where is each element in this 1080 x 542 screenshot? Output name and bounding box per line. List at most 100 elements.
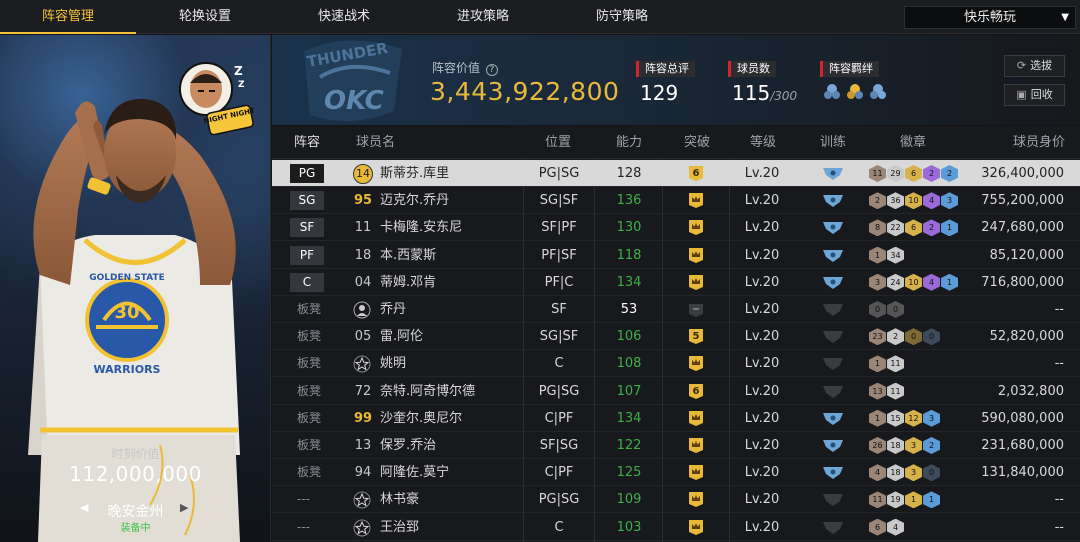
table-row[interactable]: 板凳 13 保罗.乔治 SF|SG 122 Lv.20 26 18 3 2 231,680,000 <box>272 432 1080 459</box>
next-card-icon[interactable]: ▶ <box>180 501 188 514</box>
mode-dropdown[interactable]: 快乐畅玩 ▼ <box>904 6 1076 29</box>
badge-count: 2 <box>869 192 886 210</box>
badge-count: 2 <box>887 328 904 346</box>
player-level: Lv.20 <box>744 247 780 263</box>
table-row[interactable]: C 04 蒂姆.邓肯 PF|C 134 Lv.20 3 24 10 4 1 716,800,000 <box>272 269 1080 296</box>
badge-count: 4 <box>923 192 940 210</box>
refresh-icon: ⟳ <box>1016 59 1027 72</box>
badge-count: 3 <box>941 192 958 210</box>
column-header-level: 等级 <box>750 135 777 150</box>
badge-count: 1 <box>941 219 958 237</box>
badge-count: 2 <box>923 165 940 182</box>
recycle-button[interactable]: ▣ 回收 <box>1004 84 1065 106</box>
player-ability: 53 <box>620 302 638 317</box>
player-name: 雷.阿伦 <box>380 329 424 345</box>
slot-label: 板凳 <box>297 329 322 344</box>
star-icon <box>353 519 371 537</box>
svg-text:OKC: OKC <box>324 86 384 116</box>
jersey-number: 05 <box>354 329 372 345</box>
table-row[interactable]: 板凳 乔丹 SF 53 Lv.20 0 0 -- <box>272 296 1080 323</box>
slot-label: 板凳 <box>297 438 322 452</box>
training-icon[interactable] <box>822 329 844 344</box>
badge-count: 11 <box>869 165 886 182</box>
table-row[interactable]: 板凳 姚明 C 108 Lv.20 1 11 -- <box>272 350 1080 378</box>
training-icon[interactable] <box>822 166 844 181</box>
player-name: 王治郅 <box>380 519 420 535</box>
badge-count: 10 <box>905 192 922 210</box>
player-value: 52,820,000 <box>989 329 1064 345</box>
badge-count: 1 <box>869 409 886 427</box>
training-icon[interactable] <box>822 520 844 535</box>
help-icon[interactable]: ? <box>485 64 498 76</box>
table-row[interactable]: PG 14 斯蒂芬.库里 PG|SG 128 6 Lv.20 11 29 6 2 2 326,400,0… <box>272 160 1080 187</box>
training-icon[interactable] <box>822 275 844 290</box>
player-position: PG|SG <box>538 166 580 181</box>
player-value: 716,800,000 <box>981 274 1064 290</box>
player-level: Lv.20 <box>744 302 780 317</box>
tab-offense[interactable]: 进攻策略 <box>414 0 552 34</box>
badge-count: 1 <box>869 246 886 264</box>
player-count: 115/300 <box>732 81 798 105</box>
training-icon[interactable] <box>822 248 844 263</box>
badge-count: 11 <box>887 382 904 400</box>
training-icon[interactable] <box>822 411 844 426</box>
bond-icons[interactable] <box>822 81 892 101</box>
training-icon[interactable] <box>822 438 844 453</box>
table-row[interactable]: SF 11 卡梅隆.安东尼 SF|PF 130 Lv.20 8 22 6 2 1 247,680,00… <box>272 214 1080 242</box>
bond-icon-3 <box>870 84 886 99</box>
badge-count: 10 <box>905 273 922 291</box>
player-name: 蒂姆.邓肯 <box>380 274 437 290</box>
table-row[interactable]: 板凳 05 雷.阿伦 SG|SF 106 5 Lv.20 23 2 0 0 52,820,000 <box>272 323 1080 351</box>
player-position: C|PF <box>544 465 574 481</box>
player-position: PG|SG <box>538 492 580 508</box>
tab-rotation[interactable]: 轮换设置 <box>136 0 274 34</box>
tab-defense[interactable]: 防守策略 <box>552 0 692 34</box>
table-row[interactable]: --- 王治郅 C 103 Lv.20 6 4 -- <box>272 514 1080 541</box>
training-icon[interactable] <box>822 465 844 480</box>
tab-lineup[interactable]: 阵容管理 <box>0 0 136 34</box>
badge-count: 1 <box>923 491 940 509</box>
select-button[interactable]: ⟳ 选拔 <box>1004 55 1065 77</box>
table-row[interactable]: 板凳 94 阿隆佐.莫宁 C|PF 125 Lv.20 4 18 3 0 131,840,000 <box>272 459 1080 487</box>
person-icon <box>353 301 371 319</box>
slot-badge: PG <box>290 164 324 183</box>
player-count-block: 球员数 115/300 <box>728 57 797 105</box>
training-icon[interactable] <box>822 384 844 399</box>
column-header-training: 训练 <box>820 135 847 150</box>
training-icon[interactable] <box>822 356 844 371</box>
player-name: 保罗.乔治 <box>380 438 437 453</box>
breakthrough-level-icon: 6 <box>689 383 703 399</box>
badge-list: 13 11 <box>869 382 905 401</box>
badge-list: 23 2 0 0 <box>869 328 941 346</box>
card-name: 晚安金州 <box>107 504 164 520</box>
table-row[interactable]: SG 95 迈克尔.乔丹 SG|SF 136 Lv.20 2 36 10 4 3 755,200,00… <box>272 187 1080 215</box>
badge-count: 24 <box>887 273 904 291</box>
table-row[interactable]: 板凳 72 奈特.阿奇博尔德 PG|SG 107 6 Lv.20 13 11 2,032,800 <box>272 378 1080 405</box>
badge-count: 6 <box>905 219 922 237</box>
jersey-number: 11 <box>354 220 372 236</box>
player-level: Lv.20 <box>744 465 780 481</box>
badge-count: 19 <box>887 491 904 509</box>
table-row[interactable]: PF 18 本.西蒙斯 PF|SF 118 Lv.20 1 34 85,120,000 <box>272 242 1080 269</box>
top-tab-bar: 阵容管理 轮换设置 快速战术 进攻策略 防守策略 快乐畅玩 ▼ <box>0 0 1080 34</box>
badge-list: 2 36 10 4 3 <box>869 192 959 210</box>
breakthrough-level-icon: 6 <box>689 166 703 181</box>
training-icon[interactable] <box>822 492 844 507</box>
player-value: -- <box>1054 519 1064 535</box>
table-row[interactable]: --- 林书豪 PG|SG 109 Lv.20 11 19 1 1 -- <box>272 486 1080 514</box>
tab-quick-tactics[interactable]: 快速战术 <box>274 0 414 34</box>
player-position: SF <box>551 302 567 317</box>
badge-count: 18 <box>887 437 904 454</box>
table-row[interactable]: 板凳 99 沙奎尔.奥尼尔 C|PF 134 Lv.20 1 15 12 3 590,080,000 <box>272 405 1080 432</box>
training-icon[interactable] <box>822 220 844 235</box>
training-icon[interactable] <box>822 193 844 208</box>
player-level: Lv.20 <box>744 193 780 209</box>
player-name: 沙奎尔.奥尼尔 <box>380 410 463 426</box>
lineup-bonds-label: 阵容羁绊 <box>820 61 879 77</box>
player-value: 247,680,000 <box>981 220 1064 236</box>
training-icon[interactable] <box>822 302 844 317</box>
player-level: Lv.20 <box>744 329 780 345</box>
player-ability: 109 <box>616 492 642 508</box>
badge-count: 8 <box>869 219 886 237</box>
breakthrough-crown-icon <box>689 519 703 535</box>
